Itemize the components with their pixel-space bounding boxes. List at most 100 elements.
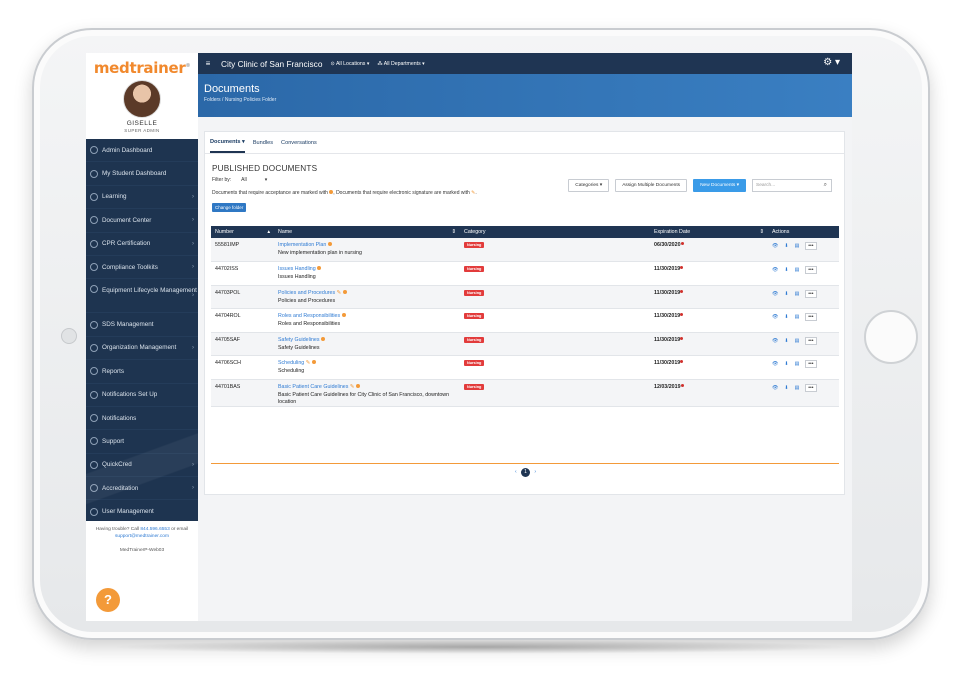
next-page-button[interactable]: › [534, 469, 536, 475]
user-name: GISELLE [86, 120, 198, 127]
doc-name-link[interactable]: Basic Patient Care Guidelines [278, 384, 348, 390]
sidebar-item-notifications-set-up[interactable]: Notifications Set Up [86, 384, 198, 407]
doc-name-link[interactable]: Issues Handling [278, 266, 316, 272]
category-badge: Nursing [464, 384, 484, 390]
heart-icon [90, 240, 98, 248]
download-icon[interactable]: ⬇ [784, 361, 788, 367]
support-email-link[interactable]: support@medtrainer.com [115, 534, 169, 539]
table-row[interactable]: 55581IMPImplementation Plan New implemen… [211, 238, 839, 262]
change-folder-button[interactable]: Change folder [212, 203, 246, 212]
download-icon[interactable]: ⬇ [784, 314, 788, 320]
departments-dropdown[interactable]: ⁂ All Departments ▾ [377, 61, 424, 67]
doc-actions: 👁 ⬇ ▤ ••• [768, 309, 839, 333]
col-category[interactable]: Category [460, 226, 650, 238]
view-icon[interactable]: 👁 [772, 385, 778, 391]
home-button[interactable] [864, 310, 918, 364]
table-row[interactable]: 44706SCHScheduling ✎ SchedulingNursing11… [211, 356, 839, 380]
more-actions-button[interactable]: ••• [805, 384, 816, 392]
locations-dropdown[interactable]: ⊙ All Locations ▾ [330, 61, 369, 67]
search-icon[interactable]: ⌕ [824, 182, 827, 189]
col-number[interactable]: Number ▴ [211, 226, 274, 238]
search-input[interactable]: Search...⌕ [752, 179, 832, 192]
categories-button[interactable]: Categories ▾ [568, 179, 609, 192]
doc-name-link[interactable]: Implementation Plan [278, 242, 326, 248]
assign-icon[interactable]: ▤ [795, 385, 800, 391]
support-phone-link[interactable]: 844.596.6553 [140, 527, 169, 532]
view-icon[interactable]: 👁 [772, 314, 778, 320]
prev-page-button[interactable]: ‹ [515, 469, 517, 475]
view-icon[interactable]: 👁 [772, 243, 778, 249]
doc-name-link[interactable]: Scheduling [278, 360, 304, 366]
col-name[interactable]: Name ⇕ [274, 226, 460, 238]
new-documents-button[interactable]: New Documents ▾ [693, 179, 746, 192]
avatar[interactable] [123, 80, 161, 118]
sidebar-item-my-student-dashboard[interactable]: My Student Dashboard [86, 162, 198, 185]
download-icon[interactable]: ⬇ [784, 385, 788, 391]
logo[interactable]: medtrainer® [86, 53, 198, 77]
filter-label: Filter by: [212, 177, 231, 183]
sidebar-item-label: Document Center [102, 217, 151, 224]
expired-dot-icon [681, 242, 684, 245]
download-icon[interactable]: ⬇ [784, 338, 788, 344]
sidebar-item-document-center[interactable]: Document Center› [86, 209, 198, 232]
assign-icon[interactable]: ▤ [795, 314, 800, 320]
doc-name-cell: Basic Patient Care Guidelines ✎ Basic Pa… [274, 380, 460, 407]
tab-documents[interactable]: Documents ▾ [210, 133, 245, 153]
assign-icon[interactable]: ▤ [795, 243, 800, 249]
more-actions-button[interactable]: ••• [805, 290, 816, 298]
more-actions-button[interactable]: ••• [805, 313, 816, 321]
more-actions-button[interactable]: ••• [805, 360, 816, 368]
download-icon[interactable]: ⬇ [784, 267, 788, 273]
sidebar-item-compliance-toolkits[interactable]: Compliance Toolkits› [86, 256, 198, 279]
sidebar-item-organization-management[interactable]: Organization Management› [86, 337, 198, 360]
sidebar-item-learning[interactable]: Learning› [86, 186, 198, 209]
table-row[interactable]: 44702ISSIssues Handling Issues HandlingN… [211, 262, 839, 286]
sort-icon: ⇕ [452, 229, 456, 235]
assign-icon[interactable]: ▤ [795, 291, 800, 297]
assign-icon[interactable]: ▤ [795, 267, 800, 273]
more-actions-button[interactable]: ••• [805, 242, 816, 250]
chevron-right-icon: › [192, 345, 194, 351]
view-icon[interactable]: 👁 [772, 361, 778, 367]
doc-name-cell: Implementation Plan New implementation p… [274, 238, 460, 262]
accreditation-icon [90, 484, 98, 492]
doc-name-link[interactable]: Policies and Procedures [278, 290, 335, 296]
assign-multiple-button[interactable]: Assign Multiple Documents [615, 179, 687, 192]
doc-name-link[interactable]: Safety Guidelines [278, 337, 320, 343]
sidebar-item-sds-management[interactable]: SDS Management [86, 313, 198, 336]
table-row[interactable]: 44704ROLRoles and Responsibilities Roles… [211, 309, 839, 333]
view-icon[interactable]: 👁 [772, 338, 778, 344]
sidebar-item-equipment-lifecycle-management[interactable]: Equipment Lifecycle Management› [86, 279, 198, 313]
download-icon[interactable]: ⬇ [784, 291, 788, 297]
table-row[interactable]: 44701BASBasic Patient Care Guidelines ✎ … [211, 380, 839, 407]
sidebar-item-cpr-certification[interactable]: CPR Certification› [86, 233, 198, 256]
user-role: SUPER ADMIN [86, 128, 198, 133]
tab-bundles[interactable]: Bundles [253, 134, 273, 152]
gear-icon[interactable]: ⚙ ▾ [823, 57, 840, 68]
sidebar-item-notifications[interactable]: Notifications [86, 407, 198, 430]
help-button[interactable]: ? [96, 588, 120, 612]
tab-conversations[interactable]: Conversations [281, 134, 317, 152]
menu-icon[interactable]: ≡ [201, 59, 215, 68]
sidebar-item-support[interactable]: Support [86, 430, 198, 453]
more-actions-button[interactable]: ••• [805, 266, 816, 274]
sidebar-item-accreditation[interactable]: Accreditation› [86, 477, 198, 500]
filter-select[interactable]: All ▾ [241, 177, 301, 183]
assign-icon[interactable]: ▤ [795, 361, 800, 367]
sidebar-item-admin-dashboard[interactable]: Admin Dashboard [86, 139, 198, 162]
sidebar-item-reports[interactable]: Reports [86, 360, 198, 383]
doc-name-link[interactable]: Roles and Responsibilities [278, 313, 340, 319]
page-1-button[interactable]: 1 [521, 468, 530, 477]
clinic-name[interactable]: City Clinic of San Francisco [221, 59, 322, 69]
more-actions-button[interactable]: ••• [805, 337, 816, 345]
view-icon[interactable]: 👁 [772, 267, 778, 273]
view-icon[interactable]: 👁 [772, 291, 778, 297]
col-expiration[interactable]: Expiration Date ⇕ [650, 226, 768, 238]
table-row[interactable]: 44703POLPolicies and Procedures ✎ Polici… [211, 285, 839, 309]
sidebar-item-quickcred[interactable]: QuickCred› [86, 454, 198, 477]
acceptance-marker-icon [317, 266, 321, 270]
assign-icon[interactable]: ▤ [795, 338, 800, 344]
download-icon[interactable]: ⬇ [784, 243, 788, 249]
breadcrumb[interactable]: Folders / Nursing Policies Folder [204, 97, 846, 103]
table-row[interactable]: 44705SAFSafety Guidelines Safety Guideli… [211, 332, 839, 356]
